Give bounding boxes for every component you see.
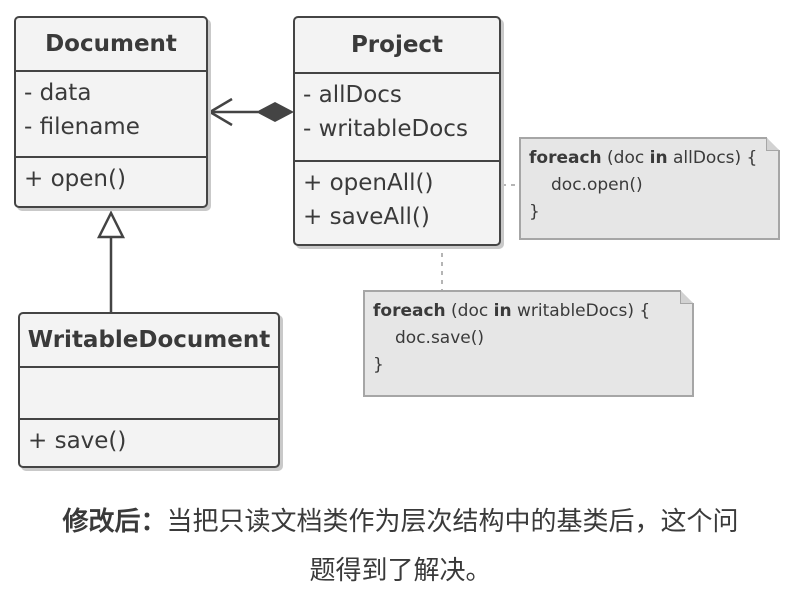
document-field-data: - data: [24, 80, 92, 106]
note-fold-icon: [766, 137, 780, 151]
document-fields: - data - filename: [16, 72, 206, 158]
aggregation-diamond: [256, 102, 294, 122]
openall-note-body: doc.open(): [551, 175, 643, 195]
writable-document-fields: [20, 368, 278, 420]
inheritance-triangle: [96, 210, 126, 239]
project-class: Project - allDocs - writableDocs + openA…: [293, 16, 501, 246]
caption-line1: 修改后：当把只读文档类作为层次结构中的基类后，这个问: [0, 496, 801, 548]
document-class: Document - data - filename + open(): [14, 16, 208, 208]
project-method-openall: + openAll(): [303, 170, 434, 196]
project-method-saveall: + saveAll(): [303, 204, 430, 230]
writable-document-method-save: + save(): [28, 428, 127, 454]
caption-label: 修改后：: [62, 507, 167, 537]
saveall-note-body: doc.save(): [395, 328, 485, 348]
project-fields: - allDocs - writableDocs: [295, 74, 499, 162]
document-class-name: Document: [16, 18, 206, 72]
document-field-filename: - filename: [24, 114, 140, 140]
saveall-note-close: }: [373, 355, 384, 375]
openall-note-close: }: [529, 202, 540, 222]
project-field-writabledocs: - writableDocs: [303, 116, 468, 142]
project-methods: + openAll() + saveAll(): [295, 162, 499, 234]
project-class-name: Project: [295, 18, 499, 74]
saveall-note: foreach (doc in writableDocs) { doc.save…: [363, 290, 694, 397]
document-methods: + open(): [16, 158, 206, 196]
openall-note-line1: foreach (doc in allDocs) {: [529, 148, 758, 168]
document-method-open: + open(): [24, 166, 126, 192]
writable-document-class: WritableDocument + save(): [18, 312, 280, 468]
writable-document-class-name: WritableDocument: [20, 314, 278, 368]
caption-text-1: 当把只读文档类作为层次结构中的基类后，这个问: [166, 507, 739, 537]
saveall-note-line1: foreach (doc in writableDocs) {: [373, 301, 651, 321]
openall-note: foreach (doc in allDocs) { doc.open() }: [519, 137, 780, 240]
note-fold-icon: [680, 290, 694, 304]
writable-document-methods: + save(): [20, 420, 278, 458]
project-field-alldocs: - allDocs: [303, 82, 402, 108]
caption-line2: 题得到了解决。: [309, 556, 492, 586]
